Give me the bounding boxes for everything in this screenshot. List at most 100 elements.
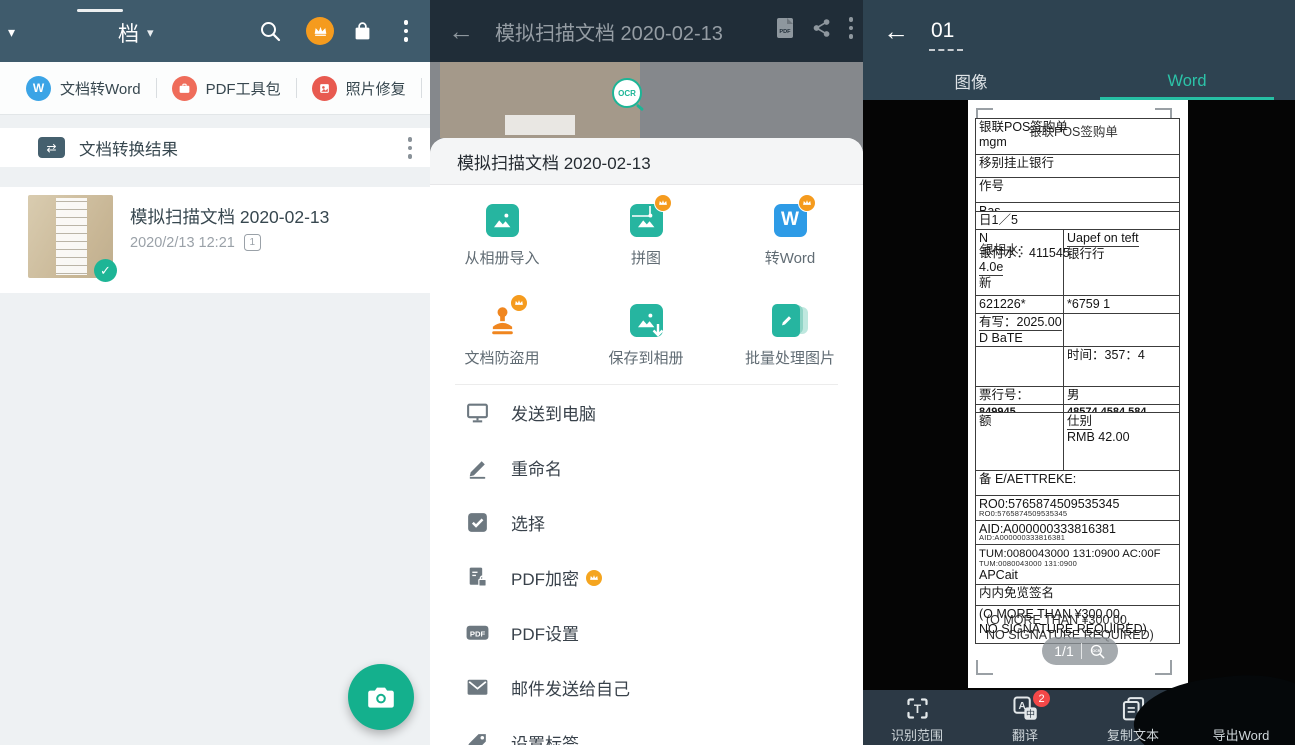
menu-item-PDF设置[interactable]: PDF PDF设置 xyxy=(430,605,863,660)
left-app-bar: ▾ 档 ▾ xyxy=(0,0,430,62)
receipt-line: 票行号： xyxy=(979,388,1060,403)
sheet-action-从相册导入[interactable]: 从相册导入 xyxy=(430,185,574,285)
receipt-row: 票行号：男 xyxy=(976,387,1179,405)
receipt-line: 48574 4584 584 xyxy=(1067,406,1176,413)
caret-down-icon[interactable]: ▾ xyxy=(8,24,15,41)
save-album-icon xyxy=(630,304,663,337)
share-icon[interactable] xyxy=(811,17,833,39)
ocr-result-panel: ← 01 图像 Word 银联POS签购单银联POS签购单mgm移别挂止银行作号… xyxy=(863,0,1295,745)
receipt-row: TUM:0080043000 131:0900 AC:00FTUM:008004… xyxy=(976,545,1179,585)
menu-item-重命名[interactable]: 重命名 xyxy=(430,440,863,495)
receipt-row: 额仕别RMB 42.00 xyxy=(976,413,1179,471)
receipt-row: 银联POS签购单银联POS签购单mgm xyxy=(976,119,1179,155)
sheet-action-批量处理图片[interactable]: 批量处理图片 xyxy=(718,285,862,385)
receipt-line: RO0:5765874509535345RO0:5765874509535345 xyxy=(979,497,1176,519)
receipt-strip xyxy=(56,198,87,275)
receipt-line: 有写：2025.00 xyxy=(979,315,1060,331)
camera-fab[interactable] xyxy=(348,664,414,730)
divider xyxy=(156,78,157,98)
svg-text:PDF: PDF xyxy=(470,629,486,638)
receipt-line: 仕别 xyxy=(1067,414,1176,430)
chip-PDF工具包[interactable]: PDF工具包 xyxy=(172,76,281,101)
svg-text:PDF: PDF xyxy=(779,29,791,35)
overflow-menu-icon[interactable] xyxy=(392,17,420,45)
batch-edit-icon xyxy=(772,304,808,337)
dimmed-document-preview[interactable]: OCR xyxy=(440,62,640,138)
receipt-line: 新 xyxy=(979,276,1060,291)
page-indicator-pill[interactable]: 1/1 OCR xyxy=(1042,637,1118,665)
receipt-line: 备 E/AETTREKE: xyxy=(979,472,1176,487)
svg-text:OCR: OCR xyxy=(1092,648,1100,652)
pdf-file-icon[interactable]: PDF xyxy=(775,17,795,39)
folder-transfer-icon: ⇄ xyxy=(38,137,65,158)
receipt-line: D BaTE xyxy=(979,331,1060,346)
toolbar-识别范围[interactable]: T 识别范围 xyxy=(863,690,971,745)
document-list-item[interactable]: ✓ 模拟扫描文档 2020-02-13 2020/2/13 12:21 1 xyxy=(0,187,430,293)
word-result-page[interactable]: 银联POS签购单银联POS签购单mgm移别挂止银行作号Bas日1／5N银付水：4… xyxy=(968,100,1188,688)
folder-row[interactable]: ⇄ 文档转换结果 xyxy=(0,128,430,167)
doc-lock-icon xyxy=(465,565,490,590)
mail-icon xyxy=(465,675,490,700)
folder-title-dropdown[interactable]: 档 ▾ xyxy=(118,18,154,48)
crop-corner-icon xyxy=(1155,660,1172,675)
documents-panel: ▾ 档 ▾ W 文档转Word PDF工具包 照片修复 X ⇄ 文档转换结果 xyxy=(0,0,430,745)
chip-照片修复[interactable]: 照片修复 xyxy=(312,76,406,101)
back-icon[interactable]: ← xyxy=(883,16,909,47)
receipt-line: AID:A000000333816381AID:A000000333816381 xyxy=(979,522,1176,544)
receipt-line: 银付水：411545银相水： xyxy=(979,246,1060,261)
crown-badge-icon xyxy=(586,570,602,586)
menu-item-选择[interactable]: 选择 xyxy=(430,495,863,550)
receipt-line: 时间：357：4 xyxy=(1067,348,1176,363)
overflow-menu-icon[interactable] xyxy=(849,17,854,39)
receipt-row: Bas xyxy=(976,203,1179,212)
camera-icon xyxy=(365,681,397,713)
middle-app-bar: ← 模拟扫描文档 2020-02-13 PDF xyxy=(430,0,863,62)
shop-bag-icon[interactable] xyxy=(348,17,376,45)
crown-badge-icon xyxy=(798,194,816,212)
receipt-line: 银联POS签购单银联POS签购单 xyxy=(979,120,1176,135)
menu-item-PDF加密[interactable]: PDF加密 xyxy=(430,550,863,605)
photo-fix-circle-icon xyxy=(312,76,337,101)
divider xyxy=(1081,643,1082,659)
sheet-action-文档防盗用[interactable]: 文档防盗用 xyxy=(430,285,574,385)
receipt-line: 移别挂止银行 xyxy=(979,156,1176,171)
folder-overflow-icon[interactable] xyxy=(408,137,413,159)
document-view-title: 模拟扫描文档 2020-02-13 xyxy=(495,17,723,46)
pdf-badge-icon: PDF xyxy=(465,620,490,645)
page-name-editable[interactable]: 01 xyxy=(931,19,954,43)
toolbar-翻译[interactable]: A中 2 翻译 xyxy=(971,690,1079,745)
menu-item-发送到电脑[interactable]: 发送到电脑 xyxy=(430,385,863,440)
preview-label-box xyxy=(505,115,575,135)
briefcase-circle-icon xyxy=(172,76,197,101)
sheet-action-保存到相册[interactable]: 保存到相册 xyxy=(574,285,718,385)
crop-corner-icon xyxy=(976,660,993,675)
svg-text:中: 中 xyxy=(1026,708,1035,719)
receipt-row: RO0:5765874509535345RO0:5765874509535345 xyxy=(976,496,1179,521)
tab-Word[interactable]: Word xyxy=(1079,62,1295,100)
sheet-action-menu: 发送到电脑 重命名 选择 PDF加密 PDF PDF设置 邮件发送给自己 设置标… xyxy=(430,385,863,745)
receipt-row: 621226* *6759 1 xyxy=(976,296,1179,314)
tag-icon xyxy=(465,730,490,745)
chip-文档转Word[interactable]: W 文档转Word xyxy=(26,76,141,101)
page-title: 档 xyxy=(118,18,139,48)
sheet-action-拼图[interactable]: 拼图 xyxy=(574,185,718,285)
receipt-line: Uapef on teft xyxy=(1067,231,1176,247)
back-icon[interactable]: ← xyxy=(448,16,474,47)
receipt-line: 日1／5 xyxy=(979,213,1176,228)
menu-item-邮件发送给自己[interactable]: 邮件发送给自己 xyxy=(430,660,863,715)
crown-badge-icon xyxy=(654,194,672,212)
tab-图像[interactable]: 图像 xyxy=(863,62,1079,100)
premium-crown-icon[interactable] xyxy=(306,17,334,45)
receipt-line: 621226* xyxy=(979,297,1060,312)
document-thumbnail[interactable]: ✓ xyxy=(28,195,113,278)
receipt-line: Bas xyxy=(979,204,1176,212)
folder-name: 文档转换结果 xyxy=(79,136,178,160)
divider xyxy=(296,78,297,98)
menu-item-设置标签[interactable]: 设置标签 xyxy=(430,715,863,745)
sheet-action-转Word[interactable]: W 转Word xyxy=(718,185,862,285)
page-count-badge: 1 xyxy=(244,234,261,251)
receipt-line: *6759 1 xyxy=(1067,297,1176,312)
result-tabs: 图像 Word xyxy=(863,62,1295,100)
receipt-line: (O MORE THAN ¥300.00,(O MORE THAN ¥300.0… xyxy=(979,607,1176,622)
search-icon[interactable] xyxy=(256,17,284,45)
